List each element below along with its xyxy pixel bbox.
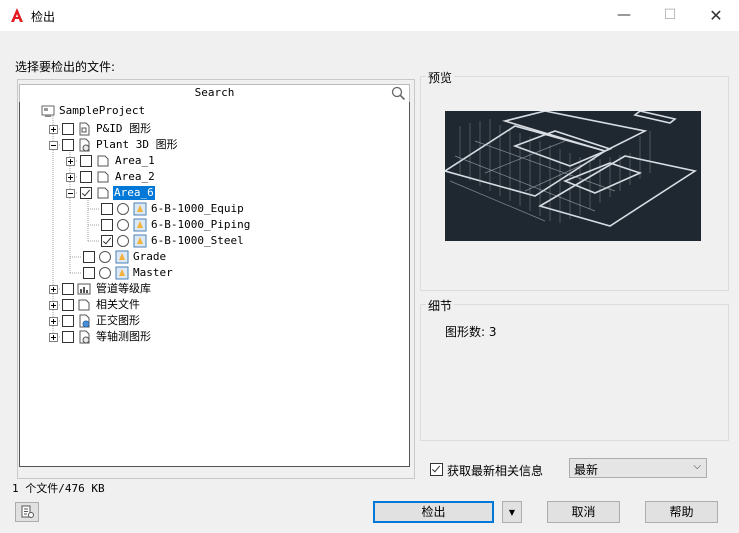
expand-toggle-spec[interactable] (49, 285, 58, 294)
tree-label-spec: 管道等级库 (96, 282, 151, 295)
search-label: Search (194, 86, 235, 99)
status-circle-master (99, 267, 111, 279)
get-latest-checkbox[interactable] (430, 463, 443, 476)
checkbox-grade[interactable] (83, 251, 95, 263)
checkbox-master[interactable] (83, 267, 95, 279)
expand-toggle-area1[interactable] (66, 157, 75, 166)
tree-label-master: Master (133, 266, 173, 279)
checkbox-spec[interactable] (62, 283, 74, 295)
checkout-options-button[interactable]: ▼ (502, 501, 522, 523)
autocad-a-icon (11, 8, 23, 22)
checkout-button[interactable]: 检出 (373, 501, 494, 523)
status-circle-steel (117, 235, 129, 247)
dropdown-arrow-icon: ▼ (508, 508, 516, 517)
iso-drawing-icon (79, 330, 90, 344)
close-button[interactable]: ✕ (693, 0, 739, 31)
project-tree[interactable]: SampleProject P&ID 图形 Plant 3D 图形 Area_1… (19, 102, 410, 467)
checkbox-equip[interactable] (101, 203, 113, 215)
tree-label-pid: P&ID 图形 (96, 122, 152, 135)
status-circle-grade (99, 251, 111, 263)
title-bar: 检出 — ☐ ✕ (0, 0, 739, 31)
window-title: 检出 (31, 10, 56, 24)
collapse-toggle-area6[interactable] (66, 189, 75, 198)
checkbox-area1[interactable] (80, 155, 92, 167)
drawing-count: 图形数: 3 (445, 325, 497, 339)
selection-status: 1 个文件/476 KB (12, 482, 105, 495)
folder-icon (97, 171, 109, 183)
folder-icon (97, 155, 109, 167)
expand-toggle-pid[interactable] (49, 125, 58, 134)
details-label: 细节 (426, 297, 455, 314)
chevron-down-icon: ⌵ (693, 461, 701, 472)
tree-label-plant3d: Plant 3D 图形 (96, 138, 178, 151)
dwg-file-icon (115, 266, 129, 280)
checkbox-plant3d[interactable] (62, 139, 74, 151)
checkbox-iso[interactable] (62, 331, 74, 343)
dwg-file-icon (133, 218, 147, 232)
checkbox-area2[interactable] (80, 171, 92, 183)
tree-label-grade: Grade (133, 250, 167, 263)
expand-toggle-related[interactable] (49, 301, 58, 310)
tree-label-equip: 6-B-1000_Equip (151, 202, 244, 215)
dwg-file-icon (133, 202, 147, 216)
help-button[interactable]: 帮助 (645, 501, 718, 523)
maximize-button[interactable]: ☐ (647, 0, 693, 31)
tree-label-iso: 等轴测图形 (96, 330, 151, 343)
tree-label-related: 相关文件 (96, 298, 140, 311)
search-input[interactable]: Search (19, 84, 410, 103)
tree-label-area6[interactable]: Area_6 (112, 185, 156, 201)
spec-library-icon (77, 283, 91, 295)
dwg-file-icon (133, 234, 147, 248)
get-latest-label[interactable]: 获取最新相关信息 (447, 462, 543, 479)
checkbox-steel[interactable] (101, 235, 113, 247)
log-button[interactable] (15, 502, 39, 522)
cancel-button[interactable]: 取消 (547, 501, 620, 523)
tree-label-ortho: 正交图形 (96, 314, 140, 327)
tree-label-steel: 6-B-1000_Steel (151, 234, 244, 247)
checkbox-ortho[interactable] (62, 315, 74, 327)
checkbox-pid[interactable] (62, 123, 74, 135)
folder-icon (97, 187, 109, 199)
project-icon (41, 105, 55, 117)
version-select-value: 最新 (574, 463, 599, 477)
preview-label: 预览 (426, 69, 455, 86)
collapse-toggle-plant3d[interactable] (49, 141, 58, 150)
checkbox-related[interactable] (62, 299, 74, 311)
expand-toggle-area2[interactable] (66, 173, 75, 182)
folder-icon (78, 299, 90, 311)
search-icon[interactable] (391, 86, 406, 101)
checkbox-piping[interactable] (101, 219, 113, 231)
expand-toggle-ortho[interactable] (49, 317, 58, 326)
minimize-button[interactable]: — (601, 0, 647, 31)
dwg-file-icon (115, 250, 129, 264)
expand-toggle-iso[interactable] (49, 333, 58, 342)
tree-label-area1: Area_1 (115, 154, 155, 167)
status-circle-piping (117, 219, 129, 231)
status-circle-equip (117, 203, 129, 215)
checkbox-area6[interactable] (80, 187, 92, 199)
plant3d-drawing-icon (79, 138, 90, 152)
tree-label-root: SampleProject (59, 104, 146, 117)
tree-label-piping: 6-B-1000_Piping (151, 218, 251, 231)
ortho-drawing-icon (79, 314, 90, 328)
drawing-preview-image (445, 111, 701, 241)
log-icon (21, 505, 34, 518)
select-files-prompt: 选择要检出的文件: (15, 60, 116, 74)
tree-label-area2: Area_2 (115, 170, 155, 183)
version-select[interactable]: 最新 ⌵ (569, 458, 707, 478)
pid-drawing-icon (79, 122, 90, 136)
